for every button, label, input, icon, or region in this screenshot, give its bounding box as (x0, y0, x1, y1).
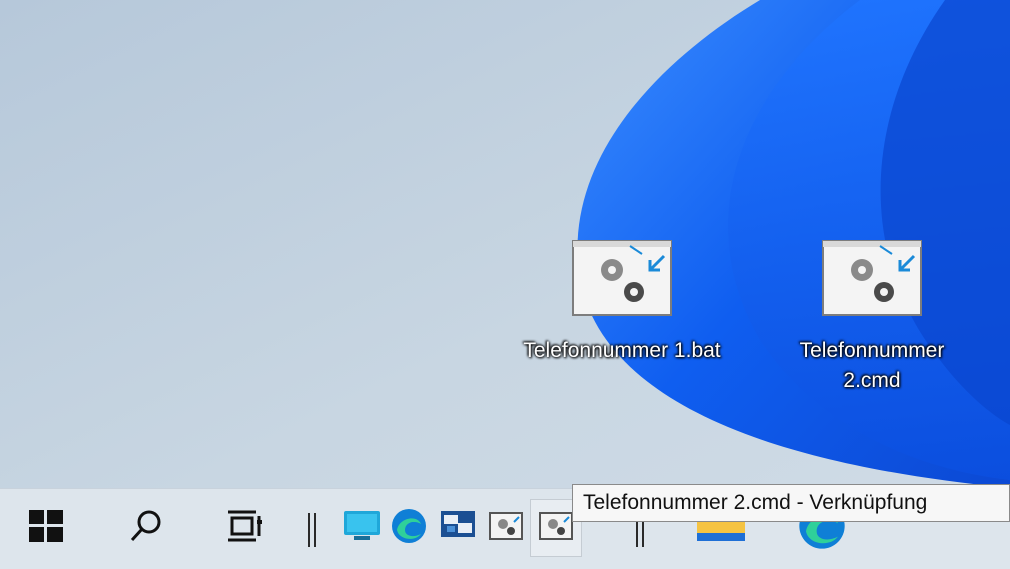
task-view-icon (228, 510, 264, 547)
desktop[interactable]: Telefonnummer 1.bat Telefonnummer 2.cmd (0, 0, 1010, 488)
search-icon (128, 508, 164, 549)
start-button[interactable] (20, 499, 72, 557)
control-panel-icon (441, 510, 475, 546)
control-panel-button[interactable] (432, 499, 484, 557)
task-view-button[interactable] (220, 499, 272, 557)
cmd-file-shortcut-icon (822, 240, 922, 316)
monitor-icon (344, 510, 380, 546)
tooltip: Telefonnummer 2.cmd - Verknüpfung (572, 484, 1010, 522)
batch-file-shortcut-icon (489, 511, 523, 545)
edge-icon (391, 508, 427, 549)
taskbar-separator (308, 513, 316, 547)
edge-button[interactable] (383, 499, 435, 557)
cmd-file-shortcut-icon (539, 511, 573, 545)
desktop-icon-telefonnummer-2[interactable]: Telefonnummer 2.cmd (772, 240, 972, 396)
desktop-icon-label: Telefonnummer 2.cmd (799, 339, 945, 392)
search-button[interactable] (120, 499, 172, 557)
desktop-icon-telefonnummer-1[interactable]: Telefonnummer 1.bat (522, 240, 722, 366)
desktop-icon-label: Telefonnummer 1.bat (523, 339, 721, 362)
batch-file-shortcut-icon (572, 240, 672, 316)
shortcut-telefonnummer-1-button[interactable] (480, 499, 532, 557)
monitor-button[interactable] (336, 499, 388, 557)
windows-logo-icon (29, 509, 63, 547)
